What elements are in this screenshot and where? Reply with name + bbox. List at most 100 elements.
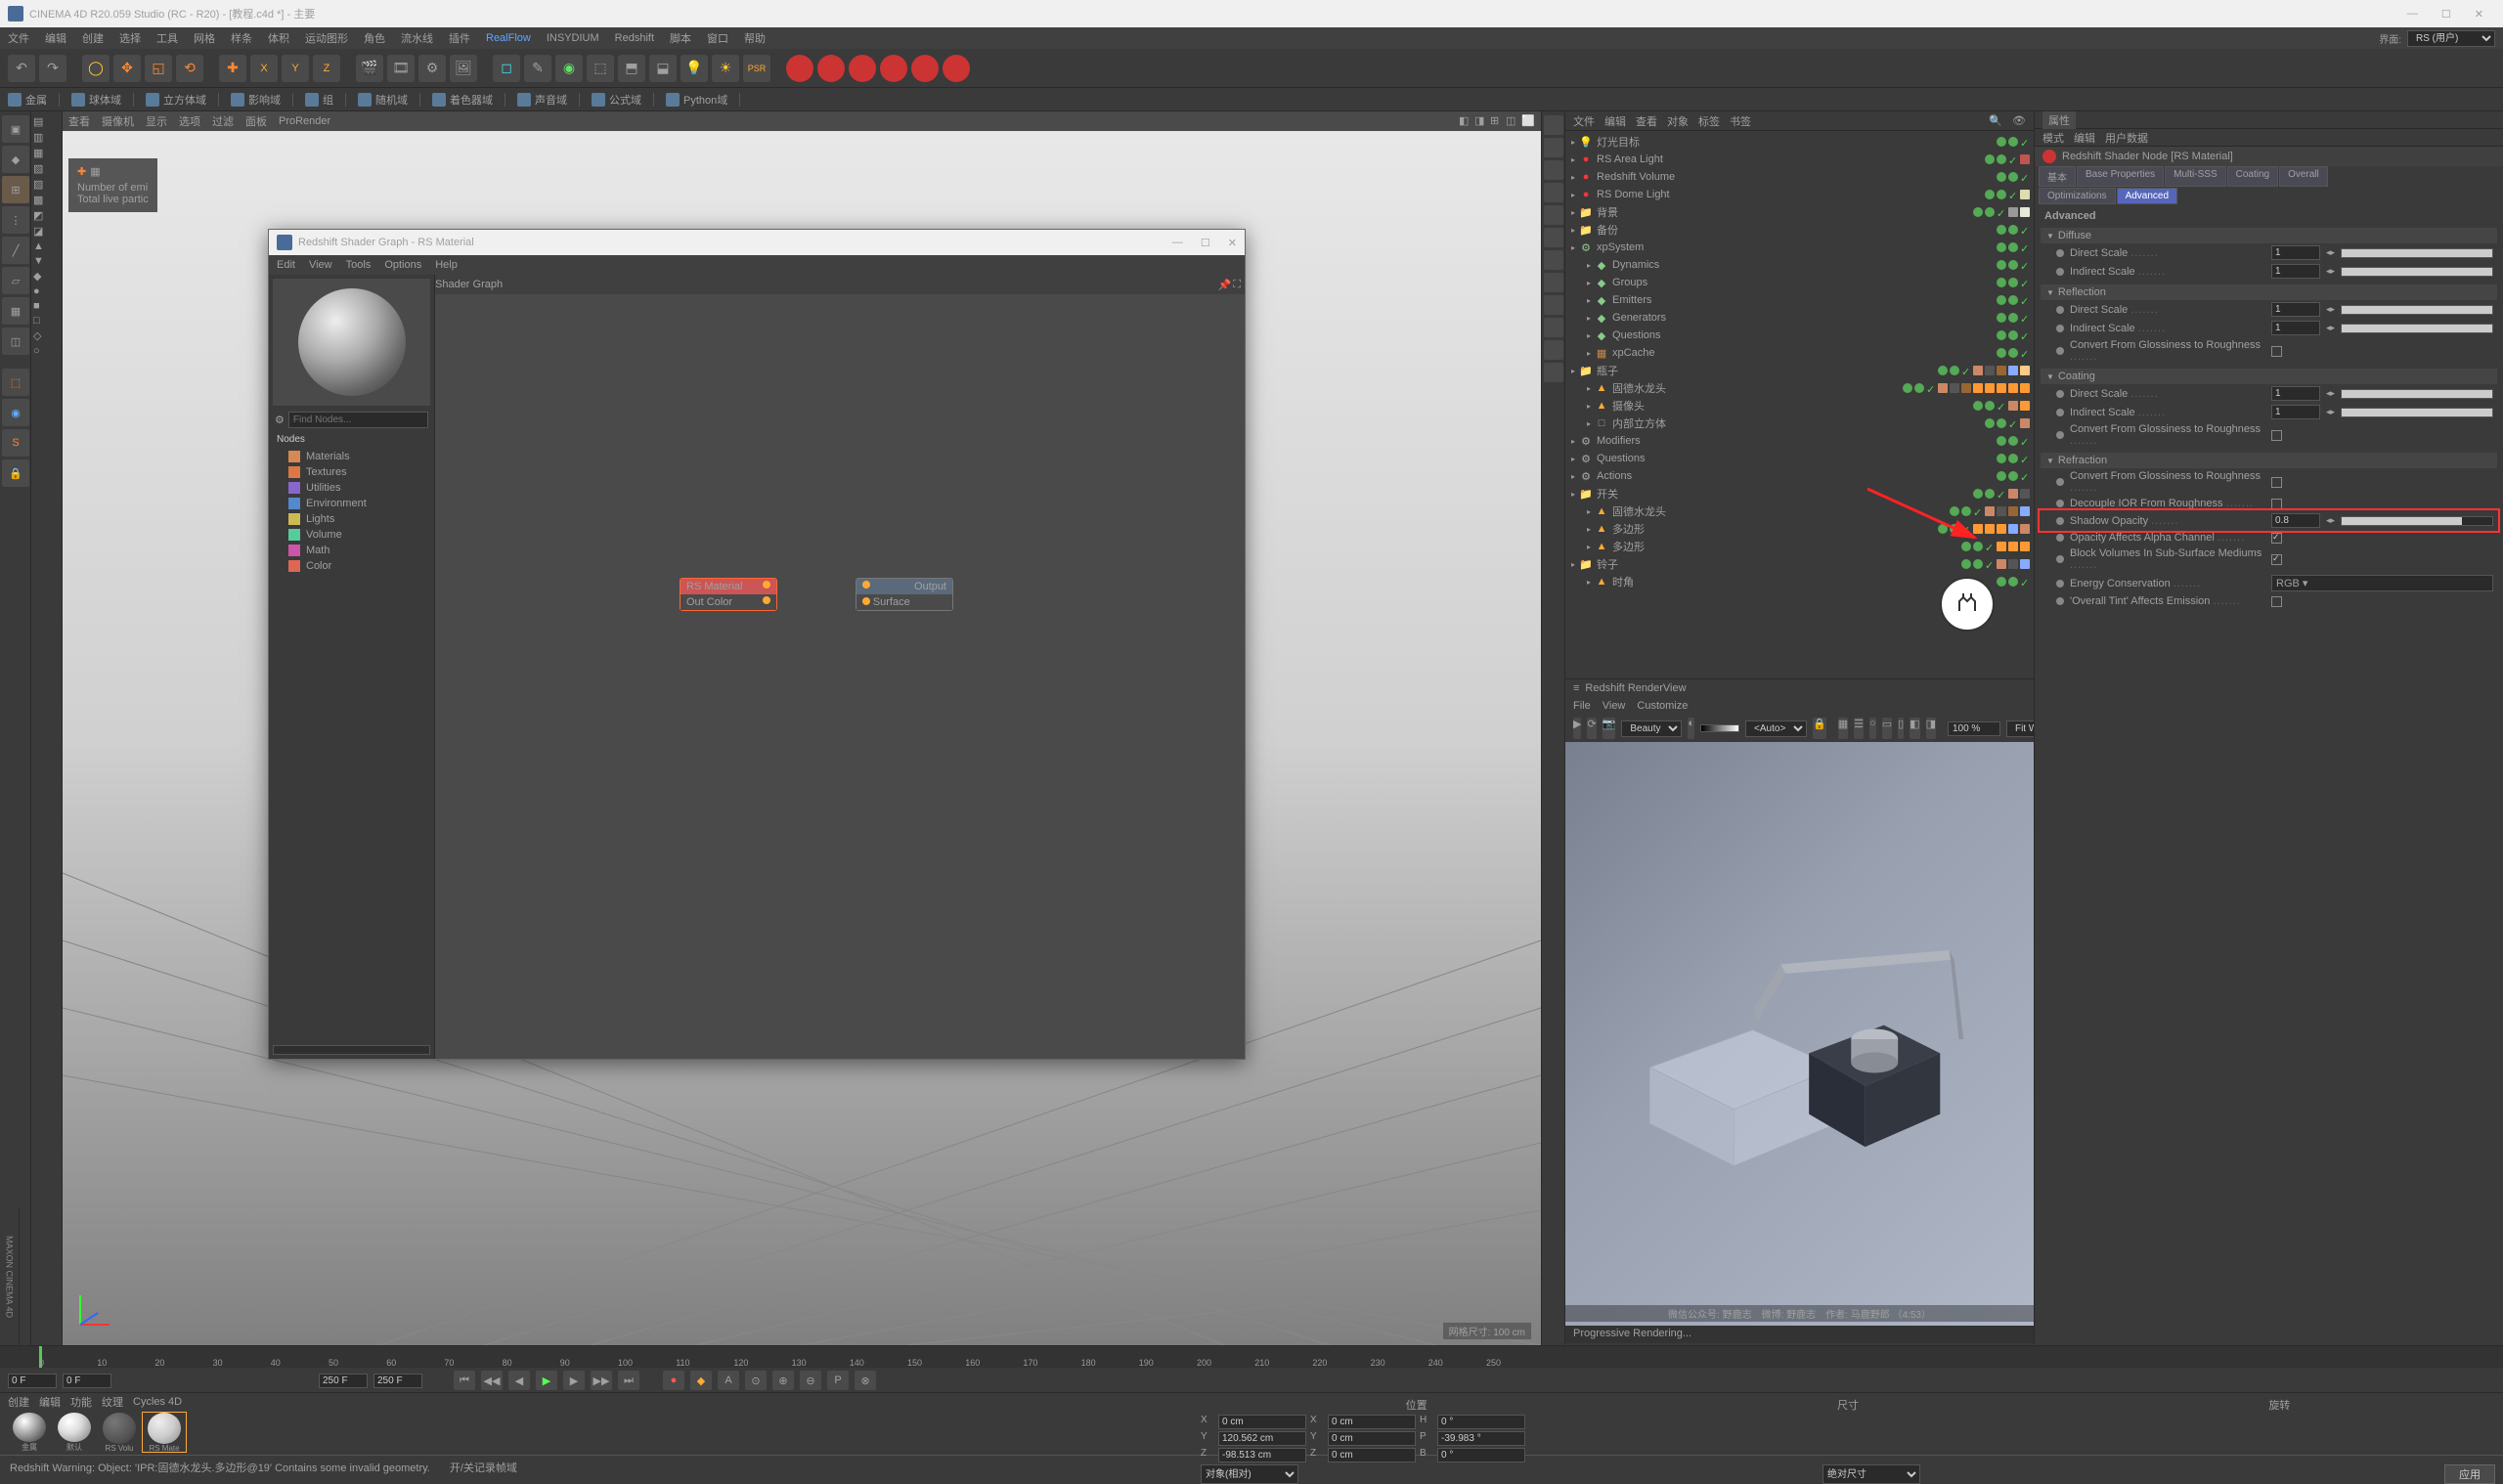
tl-autokey-button[interactable]: A bbox=[718, 1371, 739, 1390]
field-组[interactable]: 组 bbox=[305, 92, 333, 108]
vp-menu-过滤[interactable]: 过滤 bbox=[212, 113, 234, 129]
attr-slider[interactable] bbox=[2341, 248, 2493, 258]
palette-btn-2[interactable]: ▥ bbox=[33, 131, 60, 144]
tl-opt3-button[interactable]: ⊖ bbox=[800, 1371, 821, 1390]
axis-z-button[interactable]: Z bbox=[324, 63, 330, 74]
add-button[interactable]: ✚ bbox=[219, 55, 246, 82]
om-eye-icon[interactable]: 👁 bbox=[2012, 114, 2026, 127]
rv-rect-icon[interactable]: ▭ bbox=[1882, 718, 1892, 739]
am-tab-Optimizations[interactable]: Optimizations bbox=[2039, 188, 2116, 204]
menu-插件[interactable]: 插件 bbox=[449, 30, 470, 46]
object-row[interactable]: ▸📁瓶子✓ bbox=[1565, 362, 2034, 379]
find-gear-icon[interactable]: ⚙ bbox=[275, 414, 285, 426]
vp-menu-面板[interactable]: 面板 bbox=[245, 113, 267, 129]
move-button[interactable]: ✥ bbox=[113, 55, 141, 82]
menu-创建[interactable]: 创建 bbox=[82, 30, 104, 46]
rtool-11[interactable] bbox=[1544, 340, 1563, 360]
texture-mode-button[interactable]: ▦ bbox=[2, 297, 29, 325]
menu-样条[interactable]: 样条 bbox=[231, 30, 252, 46]
rtool-10[interactable] bbox=[1544, 318, 1563, 337]
canvas-pin-icon[interactable]: 📌 bbox=[1218, 279, 1232, 291]
coord-pos-input[interactable] bbox=[1218, 1431, 1306, 1446]
rs-btn-3[interactable] bbox=[849, 55, 876, 82]
tl-play-button[interactable]: ▶ bbox=[536, 1371, 557, 1390]
object-row[interactable]: ▸📁开关✓ bbox=[1565, 485, 2034, 502]
palette-btn-12[interactable]: ● bbox=[33, 285, 60, 297]
attr-checkbox[interactable] bbox=[2271, 346, 2282, 357]
rv-canvas[interactable]: 微信公众号: 野鹿志 微博: 野鹿志 作者: 马鹿野郎 （4:53） bbox=[1565, 742, 2034, 1326]
material-slot[interactable]: 金属 bbox=[8, 1413, 51, 1452]
object-row[interactable]: ▸●Redshift Volume✓ bbox=[1565, 168, 2034, 186]
close-button[interactable]: ✕ bbox=[2475, 8, 2483, 21]
rv-menu-View[interactable]: View bbox=[1603, 700, 1626, 712]
field-Python域[interactable]: Python域 bbox=[666, 92, 727, 108]
field-球体域[interactable]: 球体域 bbox=[71, 92, 121, 108]
rv-circle-icon[interactable]: ○ bbox=[1869, 718, 1876, 739]
menu-角色[interactable]: 角色 bbox=[364, 30, 385, 46]
rv-rect2-icon[interactable]: ▯ bbox=[1898, 718, 1904, 739]
scale-button[interactable]: ◱ bbox=[145, 55, 172, 82]
object-row[interactable]: ▸📁备份✓ bbox=[1565, 221, 2034, 239]
object-row[interactable]: ▸▲多边形✓ bbox=[1565, 520, 2034, 538]
mat-menu-编辑[interactable]: 编辑 bbox=[39, 1394, 61, 1410]
tl-key-button[interactable]: ◆ bbox=[690, 1371, 712, 1390]
rv-grid-icon[interactable]: ▦ bbox=[1838, 718, 1848, 739]
attr-checkbox[interactable] bbox=[2271, 499, 2282, 509]
model-mode-button[interactable]: ▣ bbox=[2, 115, 29, 143]
palette-btn-6[interactable]: ▩ bbox=[33, 194, 60, 206]
sw-menu-View[interactable]: View bbox=[309, 259, 332, 271]
am-mode-用户数据[interactable]: 用户数据 bbox=[2105, 130, 2148, 146]
coord-pos-input[interactable] bbox=[1218, 1415, 1306, 1429]
rs-btn-5[interactable] bbox=[911, 55, 939, 82]
attr-checkbox[interactable] bbox=[2271, 430, 2282, 441]
palette-btn-14[interactable]: □ bbox=[33, 315, 60, 327]
object-row[interactable]: ▸▲固德水龙头✓ bbox=[1565, 379, 2034, 397]
attr-value-input[interactable] bbox=[2271, 321, 2320, 335]
object-row[interactable]: ▸▲固德水龙头✓ bbox=[1565, 502, 2034, 520]
node-category-lights[interactable]: Lights bbox=[269, 511, 434, 527]
rtool-7[interactable] bbox=[1544, 250, 1563, 270]
shader-canvas[interactable]: RS Material Out Color Output Surface bbox=[435, 294, 1245, 1059]
attr-slider[interactable] bbox=[2341, 516, 2493, 526]
section-reflection[interactable]: Reflection bbox=[2041, 284, 2497, 300]
rs-btn-1[interactable] bbox=[786, 55, 813, 82]
object-row[interactable]: ▸⚙xpSystem✓ bbox=[1565, 239, 2034, 256]
menu-编辑[interactable]: 编辑 bbox=[45, 30, 66, 46]
menu-运动图形[interactable]: 运动图形 bbox=[305, 30, 348, 46]
material-slot[interactable]: RS Volu bbox=[98, 1413, 141, 1452]
mat-menu-Cycles 4D[interactable]: Cycles 4D bbox=[133, 1396, 182, 1408]
attr-checkbox[interactable] bbox=[2271, 477, 2282, 488]
tl-opt2-button[interactable]: ⊕ bbox=[772, 1371, 794, 1390]
snap-button[interactable]: ⬚ bbox=[2, 369, 29, 396]
array-button[interactable]: ⬚ bbox=[587, 55, 614, 82]
node-category-color[interactable]: Color bbox=[269, 558, 434, 574]
workplane-button[interactable]: ◫ bbox=[2, 327, 29, 355]
field-公式域[interactable]: 公式域 bbox=[592, 92, 641, 108]
menu-帮助[interactable]: 帮助 bbox=[744, 30, 766, 46]
object-row[interactable]: ▸●RS Dome Light✓ bbox=[1565, 186, 2034, 203]
tl-opt4-button[interactable]: P bbox=[827, 1371, 849, 1390]
attr-checkbox[interactable] bbox=[2271, 554, 2282, 565]
object-row[interactable]: ▸◆Groups✓ bbox=[1565, 274, 2034, 291]
lock-button[interactable]: 🔒 bbox=[2, 459, 29, 487]
attr-slider[interactable] bbox=[2341, 389, 2493, 399]
sw-menu-Tools[interactable]: Tools bbox=[346, 259, 372, 271]
palette-btn-8[interactable]: ◪ bbox=[33, 225, 60, 238]
vp-icon-5[interactable]: ⬜ bbox=[1521, 114, 1535, 128]
live-select-button[interactable]: ◯ bbox=[82, 55, 110, 82]
shader-window-titlebar[interactable]: Redshift Shader Graph - RS Material — ☐ … bbox=[269, 230, 1245, 255]
object-row[interactable]: ▸⚙Actions✓ bbox=[1565, 467, 2034, 485]
vp-icon-2[interactable]: ◨ bbox=[1474, 114, 1488, 128]
coord-size-input[interactable] bbox=[1328, 1448, 1416, 1462]
shader-scrollbar[interactable] bbox=[273, 1045, 430, 1055]
attr-slider[interactable] bbox=[2341, 305, 2493, 315]
palette-btn-11[interactable]: ◆ bbox=[33, 270, 60, 283]
light-button[interactable]: 💡 bbox=[681, 55, 708, 82]
attr-value-input[interactable] bbox=[2271, 405, 2320, 419]
attr-slider[interactable] bbox=[2341, 324, 2493, 333]
coord-mode-select[interactable]: 对象(相对) bbox=[1201, 1464, 1298, 1484]
attr-checkbox[interactable] bbox=[2271, 596, 2282, 607]
material-slot[interactable]: 默认 bbox=[53, 1413, 96, 1452]
vp-menu-选项[interactable]: 选项 bbox=[179, 113, 200, 129]
tl-prevkey-button[interactable]: ◀◀ bbox=[481, 1371, 503, 1390]
